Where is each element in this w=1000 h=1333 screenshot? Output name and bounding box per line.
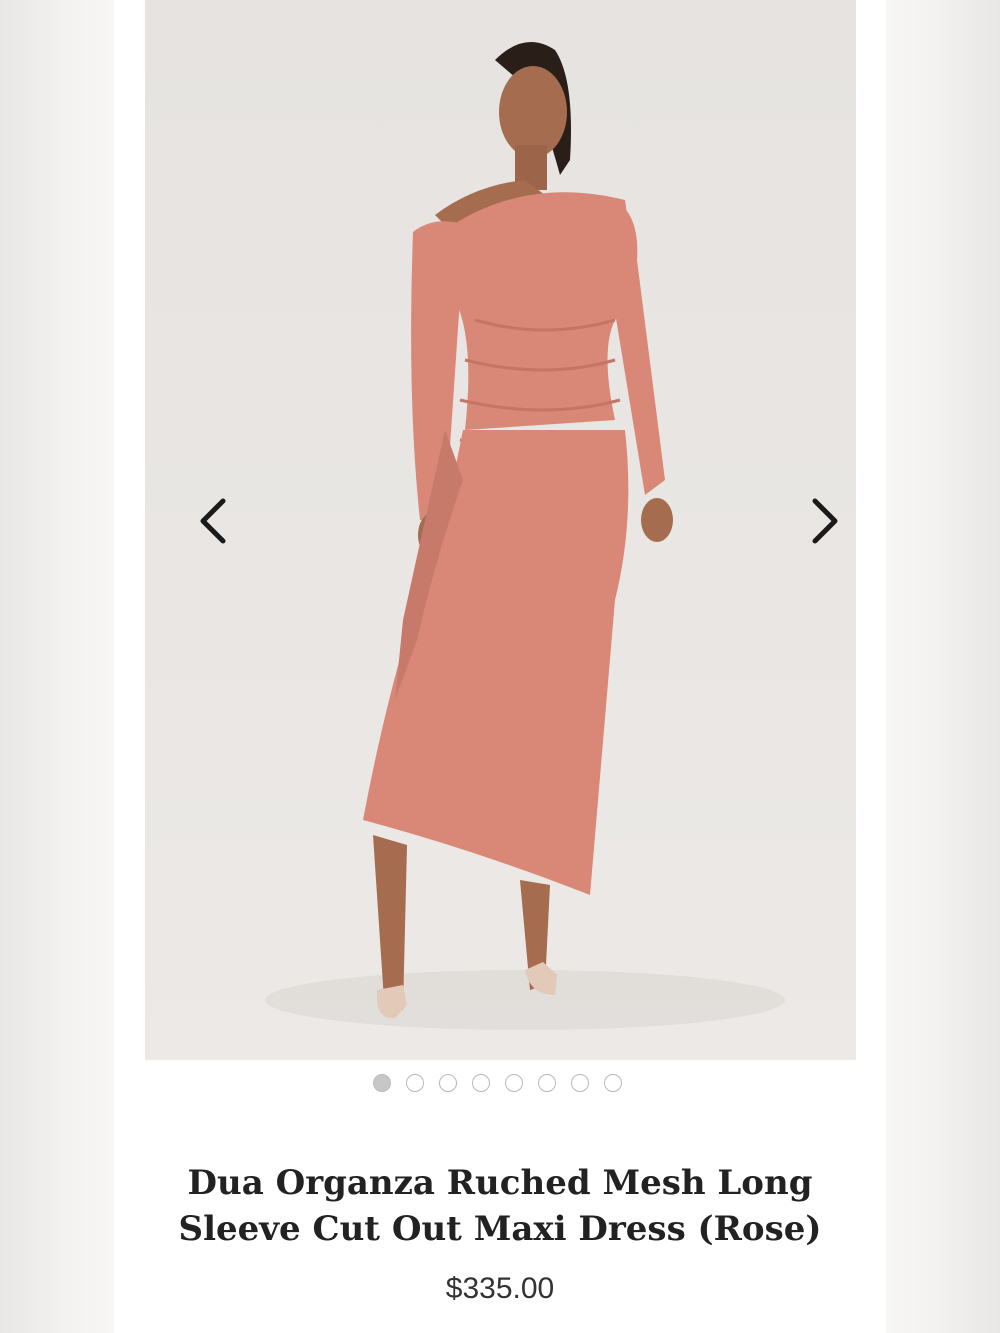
chevron-right-icon: [812, 498, 838, 544]
chevron-left-icon: [200, 498, 226, 544]
carousel-dot[interactable]: [571, 1074, 589, 1092]
carousel-dot[interactable]: [439, 1074, 457, 1092]
product-title: Dua Organza Ruched Mesh Long Sleeve Cut …: [178, 1163, 822, 1249]
product-image[interactable]: [145, 0, 856, 1060]
carousel-dot[interactable]: [373, 1074, 391, 1092]
carousel-pagination: [373, 1074, 622, 1092]
carousel-prev-button[interactable]: [195, 495, 255, 555]
carousel-next-button[interactable]: [807, 495, 856, 555]
carousel-dot[interactable]: [538, 1074, 556, 1092]
carousel-dot[interactable]: [406, 1074, 424, 1092]
product-price: $335.00: [445, 1272, 555, 1305]
product-card: Dua Organza Ruched Mesh Long Sleeve Cut …: [114, 0, 886, 1333]
page-background-right: [886, 0, 1000, 1333]
carousel-dot[interactable]: [604, 1074, 622, 1092]
page-background-left: [0, 0, 114, 1333]
carousel-dot[interactable]: [472, 1074, 490, 1092]
carousel-dot[interactable]: [505, 1074, 523, 1092]
